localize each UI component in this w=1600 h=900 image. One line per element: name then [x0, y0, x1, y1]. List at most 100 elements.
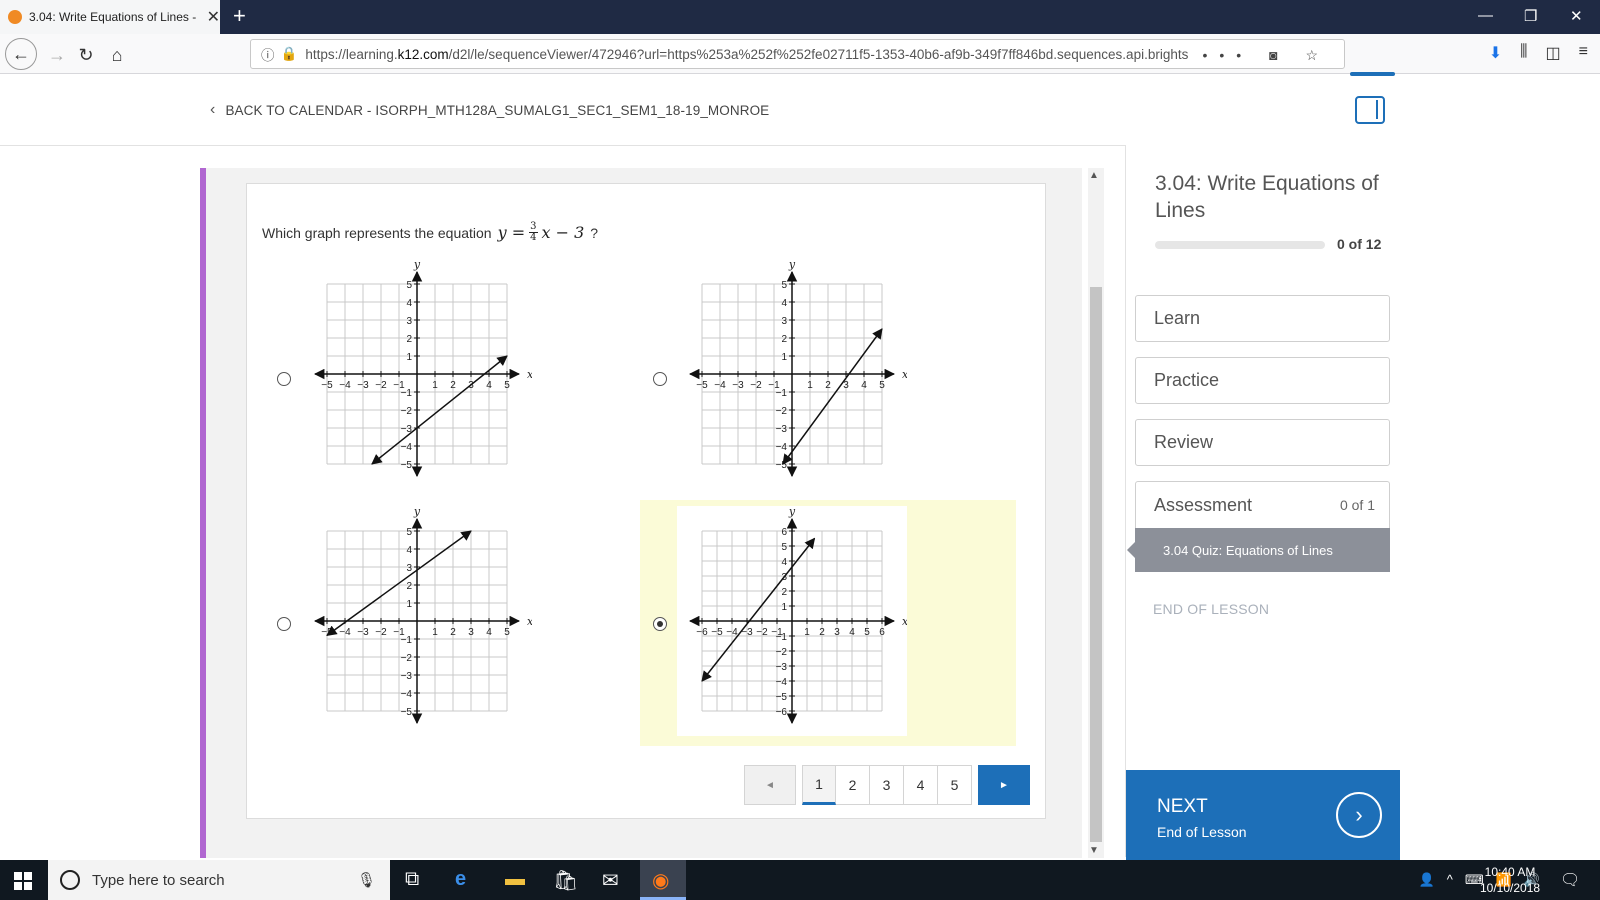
- chevron-right-icon: ›: [1336, 792, 1382, 838]
- x-tick-label: 3: [468, 627, 474, 638]
- x-tick-label: −4: [339, 627, 351, 638]
- page-3-button[interactable]: 3: [870, 765, 904, 805]
- close-tab-icon[interactable]: ✕: [207, 7, 220, 27]
- info-icon[interactable]: ⓘ: [261, 44, 275, 64]
- nav-assessment[interactable]: Assessment 0 of 1: [1135, 481, 1390, 528]
- quiz-label: 3.04 Quiz: Equations of Lines: [1163, 542, 1333, 558]
- nav-review[interactable]: Review: [1135, 419, 1390, 466]
- library-icon[interactable]: ⫼: [1520, 43, 1527, 63]
- clock-date: 10/10/2018: [1480, 881, 1541, 895]
- close-window-icon[interactable]: ✕: [1570, 7, 1583, 25]
- x-tick-label: 5: [879, 380, 885, 391]
- clock[interactable]: 10:40 AM 10/10/2018: [1480, 864, 1540, 896]
- download-icon[interactable]: ⬇: [1489, 43, 1502, 63]
- url-bar[interactable]: ⓘ 🔒 https://learning. k12.com/d2l/le/sequ…: [250, 39, 1345, 69]
- y-tick-label: 1: [781, 352, 787, 363]
- page-1-button[interactable]: 1: [802, 765, 836, 805]
- back-icon[interactable]: ←: [5, 38, 37, 70]
- x-tick-label: 1: [432, 627, 438, 638]
- page-5-button[interactable]: 5: [938, 765, 972, 805]
- bookmark-star-icon[interactable]: ☆: [1305, 47, 1330, 63]
- y-tick-label: 1: [406, 599, 412, 610]
- x-tick-label: 6: [879, 627, 885, 638]
- page-4-button[interactable]: 4: [904, 765, 938, 805]
- y-tick-label: −2: [401, 653, 413, 664]
- y-tick-label: 4: [781, 557, 787, 568]
- radio-button-selected[interactable]: [653, 617, 667, 631]
- lesson-progress-text: 0 of 12: [1337, 236, 1382, 252]
- y-tick-label: 5: [406, 280, 412, 291]
- windows-start-icon[interactable]: [14, 872, 32, 890]
- x-tick-label: −5: [321, 380, 333, 391]
- y-tick-label: −1: [776, 632, 788, 643]
- nav-practice-label: Practice: [1154, 370, 1220, 390]
- file-explorer-icon[interactable]: ▬: [505, 868, 525, 891]
- prev-page-button[interactable]: ◄: [744, 765, 796, 805]
- nav-learn-label: Learn: [1154, 308, 1201, 328]
- y-tick-label: −2: [776, 406, 788, 417]
- radio-button[interactable]: [277, 372, 291, 386]
- question-text: Which graph represents the equation y = …: [262, 222, 598, 243]
- new-tab-icon[interactable]: +: [233, 3, 246, 29]
- plotted-line: [701, 537, 816, 682]
- edge-icon[interactable]: e: [455, 868, 466, 891]
- next-page-button[interactable]: ►: [978, 765, 1030, 805]
- equation-fraction: 3 4: [529, 222, 538, 243]
- microphone-icon[interactable]: 🎙: [357, 871, 376, 889]
- y-tick-label: 2: [406, 334, 412, 345]
- x-tick-label: 2: [825, 380, 831, 391]
- x-tick-label: 4: [486, 627, 492, 638]
- pocket-icon[interactable]: ◙: [1269, 47, 1289, 63]
- lock-icon: 🔒: [280, 46, 298, 61]
- reload-icon[interactable]: ↻: [72, 41, 100, 69]
- notifications-icon[interactable]: 🗨: [1560, 870, 1580, 890]
- x-tick-label: −2: [375, 380, 387, 391]
- page-2-button[interactable]: 2: [836, 765, 870, 805]
- x-tick-label: −3: [357, 380, 369, 391]
- back-to-calendar-link[interactable]: ‹ BACK TO CALENDAR - ISORPH_MTH128A_SUMA…: [210, 101, 769, 119]
- y-axis-label: y: [788, 259, 796, 271]
- tab-title: 3.04: Write Equations of Lines -: [29, 10, 197, 24]
- y-tick-label: −1: [776, 388, 788, 399]
- taskbar-search[interactable]: Type here to search 🎙: [48, 860, 390, 900]
- x-tick-label: −3: [357, 627, 369, 638]
- y-tick-label: −5: [776, 692, 788, 703]
- x-tick-label: 4: [486, 380, 492, 391]
- quiz-item[interactable]: 3.04 Quiz: Equations of Lines: [1127, 528, 1390, 572]
- toolbar-icons: ⬇ ⫼ ◫ ≡: [1489, 43, 1588, 63]
- menu-icon[interactable]: ≡: [1579, 43, 1588, 63]
- next-activity-button[interactable]: NEXT End of Lesson ›: [1126, 770, 1400, 862]
- panel-divider: [1125, 145, 1126, 857]
- people-icon[interactable]: 👤: [1419, 872, 1435, 888]
- restore-icon[interactable]: ❐: [1524, 7, 1537, 25]
- graph-d: −6−6−5−5−4−4−3−3−2−2−1−1112233445566xy: [677, 506, 907, 736]
- browser-nav-bar: ← → ↻ ⌂ ⓘ 🔒 https://learning. k12.com/d2l…: [0, 34, 1600, 74]
- graph-b: −5−5−4−4−3−3−2−2−1−11122334455xy: [677, 259, 907, 489]
- y-tick-label: 3: [406, 316, 412, 327]
- mail-icon[interactable]: ✉: [602, 868, 619, 893]
- equation-rhs: x − 3: [541, 223, 585, 242]
- minimize-icon[interactable]: —: [1478, 7, 1493, 24]
- home-icon[interactable]: ⌂: [103, 41, 131, 69]
- sidebar-toggle-icon[interactable]: [1355, 96, 1385, 124]
- y-axis-label: y: [413, 259, 421, 271]
- browser-tab[interactable]: 3.04: Write Equations of Lines - ✕: [0, 0, 220, 34]
- tray-expand-icon[interactable]: ^: [1447, 872, 1453, 888]
- firefox-taskbar-button[interactable]: ◉: [640, 860, 686, 900]
- x-tick-label: 5: [504, 380, 510, 391]
- radio-button[interactable]: [653, 372, 667, 386]
- nav-learn[interactable]: Learn: [1135, 295, 1390, 342]
- nav-practice[interactable]: Practice: [1135, 357, 1390, 404]
- radio-button[interactable]: [277, 617, 291, 631]
- scroll-down-icon[interactable]: ▼: [1089, 845, 1099, 856]
- scrollbar-thumb[interactable]: [1090, 287, 1102, 842]
- page-actions-icon[interactable]: •••: [1202, 47, 1253, 63]
- scroll-up-icon[interactable]: ▲: [1089, 170, 1099, 181]
- x-tick-label: 5: [864, 627, 870, 638]
- graph-a: −5−5−4−4−3−3−2−2−1−11122334455xy: [302, 259, 532, 489]
- forward-icon[interactable]: →: [43, 41, 71, 69]
- sidebar-icon[interactable]: ◫: [1546, 43, 1561, 63]
- store-icon[interactable]: 🛍: [553, 868, 578, 893]
- y-tick-label: 3: [781, 316, 787, 327]
- task-view-icon[interactable]: ⧉: [405, 868, 419, 891]
